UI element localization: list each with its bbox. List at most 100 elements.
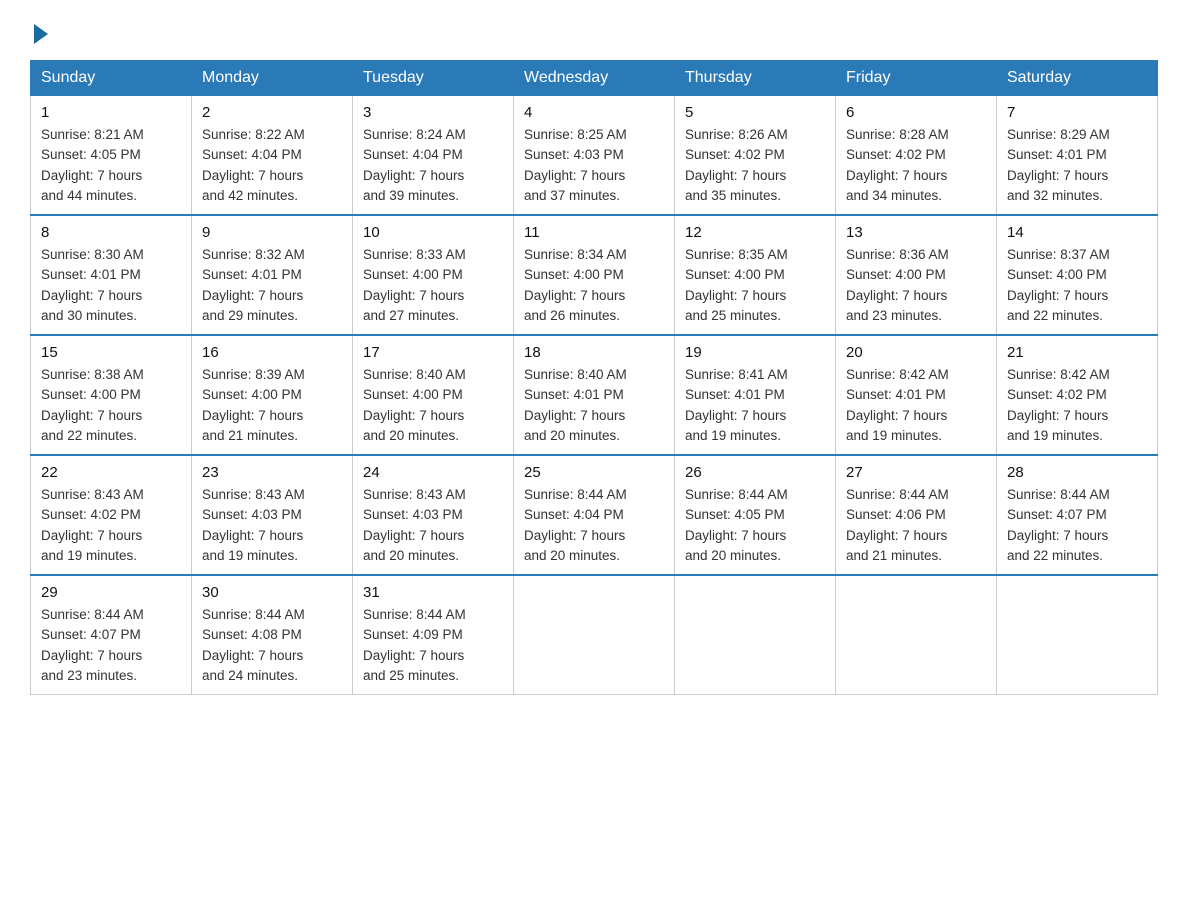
day-number: 6 — [846, 104, 986, 121]
calendar-cell: 26 Sunrise: 8:44 AMSunset: 4:05 PMDaylig… — [675, 455, 836, 575]
day-number: 5 — [685, 104, 825, 121]
day-info: Sunrise: 8:40 AMSunset: 4:00 PMDaylight:… — [363, 365, 503, 446]
day-number: 20 — [846, 344, 986, 361]
day-info: Sunrise: 8:41 AMSunset: 4:01 PMDaylight:… — [685, 365, 825, 446]
day-number: 26 — [685, 464, 825, 481]
logo — [30, 20, 48, 40]
calendar-cell: 25 Sunrise: 8:44 AMSunset: 4:04 PMDaylig… — [514, 455, 675, 575]
day-number: 17 — [363, 344, 503, 361]
day-number: 28 — [1007, 464, 1147, 481]
day-number: 1 — [41, 104, 181, 121]
calendar-cell: 11 Sunrise: 8:34 AMSunset: 4:00 PMDaylig… — [514, 215, 675, 335]
calendar-cell: 30 Sunrise: 8:44 AMSunset: 4:08 PMDaylig… — [192, 575, 353, 695]
calendar-cell: 7 Sunrise: 8:29 AMSunset: 4:01 PMDayligh… — [997, 96, 1158, 216]
day-info: Sunrise: 8:33 AMSunset: 4:00 PMDaylight:… — [363, 245, 503, 326]
day-number: 7 — [1007, 104, 1147, 121]
day-number: 11 — [524, 224, 664, 241]
week-row-2: 8 Sunrise: 8:30 AMSunset: 4:01 PMDayligh… — [31, 215, 1158, 335]
calendar-cell: 19 Sunrise: 8:41 AMSunset: 4:01 PMDaylig… — [675, 335, 836, 455]
day-number: 9 — [202, 224, 342, 241]
week-row-4: 22 Sunrise: 8:43 AMSunset: 4:02 PMDaylig… — [31, 455, 1158, 575]
day-info: Sunrise: 8:44 AMSunset: 4:07 PMDaylight:… — [41, 605, 181, 686]
day-number: 30 — [202, 584, 342, 601]
calendar-cell: 20 Sunrise: 8:42 AMSunset: 4:01 PMDaylig… — [836, 335, 997, 455]
calendar-cell: 14 Sunrise: 8:37 AMSunset: 4:00 PMDaylig… — [997, 215, 1158, 335]
week-row-5: 29 Sunrise: 8:44 AMSunset: 4:07 PMDaylig… — [31, 575, 1158, 695]
day-info: Sunrise: 8:43 AMSunset: 4:03 PMDaylight:… — [363, 485, 503, 566]
column-header-thursday: Thursday — [675, 61, 836, 96]
day-info: Sunrise: 8:29 AMSunset: 4:01 PMDaylight:… — [1007, 125, 1147, 206]
column-header-friday: Friday — [836, 61, 997, 96]
day-number: 10 — [363, 224, 503, 241]
calendar-cell: 9 Sunrise: 8:32 AMSunset: 4:01 PMDayligh… — [192, 215, 353, 335]
calendar-cell — [836, 575, 997, 695]
week-row-3: 15 Sunrise: 8:38 AMSunset: 4:00 PMDaylig… — [31, 335, 1158, 455]
calendar-cell: 2 Sunrise: 8:22 AMSunset: 4:04 PMDayligh… — [192, 96, 353, 216]
day-info: Sunrise: 8:37 AMSunset: 4:00 PMDaylight:… — [1007, 245, 1147, 326]
calendar-cell: 21 Sunrise: 8:42 AMSunset: 4:02 PMDaylig… — [997, 335, 1158, 455]
day-number: 19 — [685, 344, 825, 361]
calendar-cell: 29 Sunrise: 8:44 AMSunset: 4:07 PMDaylig… — [31, 575, 192, 695]
calendar-cell: 1 Sunrise: 8:21 AMSunset: 4:05 PMDayligh… — [31, 96, 192, 216]
day-number: 18 — [524, 344, 664, 361]
day-info: Sunrise: 8:42 AMSunset: 4:02 PMDaylight:… — [1007, 365, 1147, 446]
calendar-cell: 6 Sunrise: 8:28 AMSunset: 4:02 PMDayligh… — [836, 96, 997, 216]
calendar-cell: 3 Sunrise: 8:24 AMSunset: 4:04 PMDayligh… — [353, 96, 514, 216]
day-info: Sunrise: 8:43 AMSunset: 4:03 PMDaylight:… — [202, 485, 342, 566]
logo-arrow-icon — [34, 24, 48, 44]
calendar-cell — [514, 575, 675, 695]
day-info: Sunrise: 8:30 AMSunset: 4:01 PMDaylight:… — [41, 245, 181, 326]
page-header — [30, 20, 1158, 40]
calendar-cell: 15 Sunrise: 8:38 AMSunset: 4:00 PMDaylig… — [31, 335, 192, 455]
day-info: Sunrise: 8:44 AMSunset: 4:06 PMDaylight:… — [846, 485, 986, 566]
day-info: Sunrise: 8:35 AMSunset: 4:00 PMDaylight:… — [685, 245, 825, 326]
day-number: 13 — [846, 224, 986, 241]
calendar-cell: 28 Sunrise: 8:44 AMSunset: 4:07 PMDaylig… — [997, 455, 1158, 575]
day-info: Sunrise: 8:21 AMSunset: 4:05 PMDaylight:… — [41, 125, 181, 206]
day-info: Sunrise: 8:22 AMSunset: 4:04 PMDaylight:… — [202, 125, 342, 206]
column-header-saturday: Saturday — [997, 61, 1158, 96]
calendar-cell: 22 Sunrise: 8:43 AMSunset: 4:02 PMDaylig… — [31, 455, 192, 575]
day-info: Sunrise: 8:42 AMSunset: 4:01 PMDaylight:… — [846, 365, 986, 446]
day-info: Sunrise: 8:36 AMSunset: 4:00 PMDaylight:… — [846, 245, 986, 326]
calendar-cell: 4 Sunrise: 8:25 AMSunset: 4:03 PMDayligh… — [514, 96, 675, 216]
day-number: 12 — [685, 224, 825, 241]
column-header-monday: Monday — [192, 61, 353, 96]
day-info: Sunrise: 8:32 AMSunset: 4:01 PMDaylight:… — [202, 245, 342, 326]
calendar-cell: 8 Sunrise: 8:30 AMSunset: 4:01 PMDayligh… — [31, 215, 192, 335]
calendar-cell: 24 Sunrise: 8:43 AMSunset: 4:03 PMDaylig… — [353, 455, 514, 575]
calendar-cell: 27 Sunrise: 8:44 AMSunset: 4:06 PMDaylig… — [836, 455, 997, 575]
day-info: Sunrise: 8:26 AMSunset: 4:02 PMDaylight:… — [685, 125, 825, 206]
day-number: 15 — [41, 344, 181, 361]
day-number: 27 — [846, 464, 986, 481]
day-info: Sunrise: 8:44 AMSunset: 4:05 PMDaylight:… — [685, 485, 825, 566]
day-number: 8 — [41, 224, 181, 241]
day-info: Sunrise: 8:44 AMSunset: 4:04 PMDaylight:… — [524, 485, 664, 566]
day-number: 2 — [202, 104, 342, 121]
column-header-wednesday: Wednesday — [514, 61, 675, 96]
day-number: 24 — [363, 464, 503, 481]
day-number: 16 — [202, 344, 342, 361]
day-number: 14 — [1007, 224, 1147, 241]
day-info: Sunrise: 8:44 AMSunset: 4:07 PMDaylight:… — [1007, 485, 1147, 566]
day-info: Sunrise: 8:43 AMSunset: 4:02 PMDaylight:… — [41, 485, 181, 566]
day-number: 31 — [363, 584, 503, 601]
calendar-cell: 12 Sunrise: 8:35 AMSunset: 4:00 PMDaylig… — [675, 215, 836, 335]
day-info: Sunrise: 8:39 AMSunset: 4:00 PMDaylight:… — [202, 365, 342, 446]
day-info: Sunrise: 8:25 AMSunset: 4:03 PMDaylight:… — [524, 125, 664, 206]
day-info: Sunrise: 8:40 AMSunset: 4:01 PMDaylight:… — [524, 365, 664, 446]
calendar-cell: 5 Sunrise: 8:26 AMSunset: 4:02 PMDayligh… — [675, 96, 836, 216]
day-number: 22 — [41, 464, 181, 481]
day-number: 25 — [524, 464, 664, 481]
day-number: 4 — [524, 104, 664, 121]
day-info: Sunrise: 8:38 AMSunset: 4:00 PMDaylight:… — [41, 365, 181, 446]
calendar-cell: 10 Sunrise: 8:33 AMSunset: 4:00 PMDaylig… — [353, 215, 514, 335]
column-header-tuesday: Tuesday — [353, 61, 514, 96]
day-number: 29 — [41, 584, 181, 601]
day-info: Sunrise: 8:24 AMSunset: 4:04 PMDaylight:… — [363, 125, 503, 206]
day-number: 21 — [1007, 344, 1147, 361]
day-info: Sunrise: 8:44 AMSunset: 4:08 PMDaylight:… — [202, 605, 342, 686]
calendar-cell: 23 Sunrise: 8:43 AMSunset: 4:03 PMDaylig… — [192, 455, 353, 575]
calendar-cell: 18 Sunrise: 8:40 AMSunset: 4:01 PMDaylig… — [514, 335, 675, 455]
calendar-cell — [997, 575, 1158, 695]
